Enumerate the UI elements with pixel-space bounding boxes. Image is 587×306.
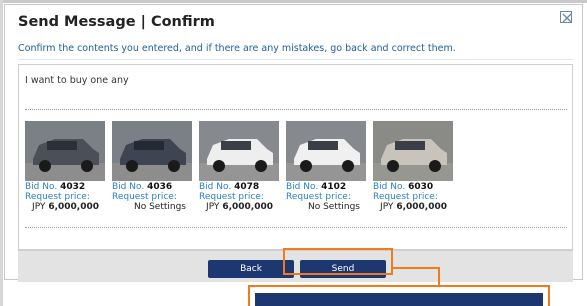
backdrop-edge [0, 0, 587, 3]
car-photo[interactable] [199, 121, 279, 181]
divider [18, 59, 573, 60]
dotted-divider [25, 109, 567, 110]
request-price-value: JPY 6,000,000 [32, 202, 99, 212]
request-price-label: Request price: [112, 192, 177, 202]
bid-number: 4036 [147, 182, 173, 192]
dialog-title: Send Message | Confirm [18, 14, 215, 30]
bid-label: Bid No. [373, 182, 406, 192]
bid-label: Bid No. [25, 182, 58, 192]
request-price-value: No Settings [307, 202, 360, 212]
car-photo[interactable] [112, 121, 192, 181]
car-card: Bid No. 4036 Request price: No Settings [112, 121, 194, 212]
callout-button[interactable] [255, 293, 543, 306]
car-photo[interactable] [373, 121, 453, 181]
car-card: Bid No. 4102 Request price: No Settings [286, 121, 368, 212]
car-photo[interactable] [286, 121, 366, 181]
close-icon [562, 13, 572, 23]
send-highlight [283, 248, 393, 275]
request-price-label: Request price: [286, 192, 351, 202]
car-card: Bid No. 6030 Request price: JPY 6,000,00… [373, 121, 455, 212]
close-button[interactable] [560, 11, 572, 23]
instructions-text: Confirm the contents you entered, and if… [18, 43, 456, 54]
message-text: I want to buy one any [25, 75, 129, 86]
bid-number: 4102 [321, 182, 347, 192]
confirm-dialog: Send Message | Confirm Confirm the conte… [4, 4, 583, 282]
request-price-label: Request price: [25, 192, 90, 202]
back-button[interactable]: Back [208, 260, 294, 278]
bid-label: Bid No. [112, 182, 145, 192]
bid-label: Bid No. [286, 182, 319, 192]
highlight-connector [392, 267, 440, 269]
request-price-value: JPY 6,000,000 [380, 202, 447, 212]
request-price-value: JPY 6,000,000 [206, 202, 273, 212]
car-card: Bid No. 4078 Request price: JPY 6,000,00… [199, 121, 281, 212]
bid-number: 4078 [234, 182, 260, 192]
request-price-label: Request price: [199, 192, 264, 202]
bid-label: Bid No. [199, 182, 232, 192]
dotted-divider [25, 227, 567, 228]
request-price-value: No Settings [133, 202, 186, 212]
backdrop-edge-left [0, 0, 3, 306]
bid-number: 4032 [60, 182, 86, 192]
car-card: Bid No. 4032 Request price: JPY 6,000,00… [25, 121, 107, 212]
request-price-label: Request price: [373, 192, 438, 202]
message-preview: I want to buy one any Bid No. 4032 Reque… [18, 64, 573, 250]
car-photo[interactable] [25, 121, 105, 181]
highlight-connector [438, 267, 440, 285]
bid-number: 6030 [408, 182, 434, 192]
